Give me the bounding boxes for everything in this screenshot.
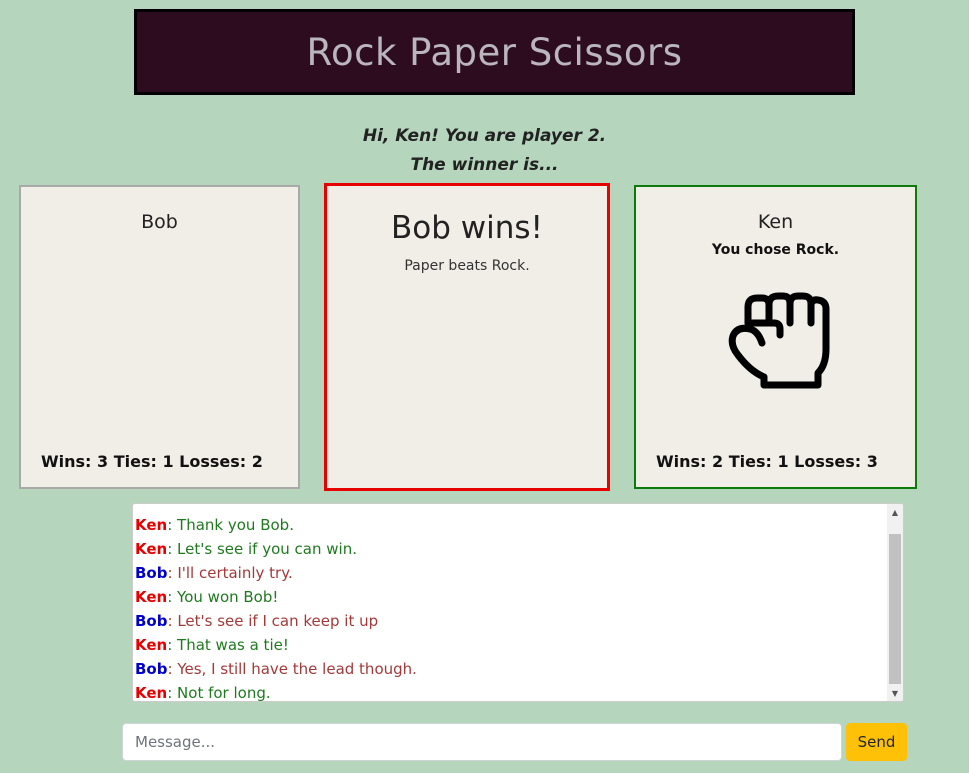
chat-text: Let's see if you can win.: [177, 540, 357, 558]
chat-scrollbar[interactable]: ▲ ▼: [887, 504, 903, 701]
chat-message: Bob: I'll certainly try.: [135, 561, 885, 585]
chat-sender: Bob: [135, 612, 168, 630]
player2-choice-text: You chose Rock.: [711, 242, 840, 258]
chat-sender: Ken: [135, 540, 168, 558]
player1-stats: Wins: 3 Ties: 1 Losses: 2: [41, 452, 263, 471]
player1-card: Bob Wins: 3 Ties: 1 Losses: 2: [19, 185, 300, 489]
chat-message: Ken: You won Bob!: [135, 585, 885, 609]
chat-sender: Bob: [135, 660, 168, 678]
chat-sender: Ken: [135, 636, 168, 654]
player2-card: Ken You chose Rock. Wins: 2 Ties: 1 Loss…: [634, 185, 917, 489]
winner-detail: Paper beats Rock.: [404, 258, 530, 274]
chat-log[interactable]: Ken: Thank you Bob. Ken: Let's see if yo…: [132, 503, 904, 702]
chat-message: Ken: That was a tie!: [135, 633, 885, 657]
player1-name: Bob: [141, 211, 178, 233]
chat-separator: :: [167, 660, 178, 678]
rock-fist-icon: [728, 292, 830, 389]
chat-separator: :: [167, 588, 178, 606]
chat-separator: :: [167, 684, 178, 702]
page-title: Rock Paper Scissors: [306, 30, 683, 74]
send-button[interactable]: Send: [846, 723, 907, 761]
chat-text: Yes, I still have the lead though.: [177, 660, 417, 678]
chat-message: Bob: Let's see if I can keep it up: [135, 609, 885, 633]
chat-separator: :: [167, 540, 178, 558]
chat-sender: Ken: [135, 684, 168, 702]
chat-text: Thank you Bob.: [177, 516, 294, 534]
chat-text: You won Bob!: [177, 588, 279, 606]
winner-headline: Bob wins!: [391, 210, 543, 246]
message-input[interactable]: [122, 723, 842, 761]
chat-separator: :: [167, 516, 178, 534]
player2-stats: Wins: 2 Ties: 1 Losses: 3: [656, 452, 878, 471]
chat-message: Bob: Yes, I still have the lead though.: [135, 657, 885, 681]
chat-text: Not for long.: [177, 684, 271, 702]
result-card: Bob wins! Paper beats Rock.: [324, 183, 610, 491]
greeting-text: Hi, Ken! You are player 2.: [362, 126, 607, 146]
scroll-up-arrow-icon[interactable]: ▲: [887, 504, 903, 520]
scroll-thumb[interactable]: [889, 534, 901, 684]
chat-message: Ken: Not for long.: [135, 681, 885, 702]
chat-separator: :: [167, 636, 178, 654]
chat-sender: Bob: [135, 564, 168, 582]
chat-sender: Ken: [135, 588, 168, 606]
scroll-down-arrow-icon[interactable]: ▼: [887, 685, 903, 701]
chat-text: Let's see if I can keep it up: [177, 612, 379, 630]
chat-message-list: Ken: Thank you Bob. Ken: Let's see if yo…: [135, 513, 885, 702]
chat-message: Ken: Let's see if you can win.: [135, 537, 885, 561]
chat-separator: :: [167, 612, 178, 630]
player2-name: Ken: [757, 211, 794, 233]
chat-text: I'll certainly try.: [177, 564, 293, 582]
winner-intro-text: The winner is...: [410, 155, 559, 175]
chat-sender: Ken: [135, 516, 168, 534]
chat-separator: :: [167, 564, 178, 582]
chat-message: Ken: Thank you Bob.: [135, 513, 885, 537]
title-banner: Rock Paper Scissors: [134, 9, 855, 95]
chat-text: That was a tie!: [177, 636, 289, 654]
